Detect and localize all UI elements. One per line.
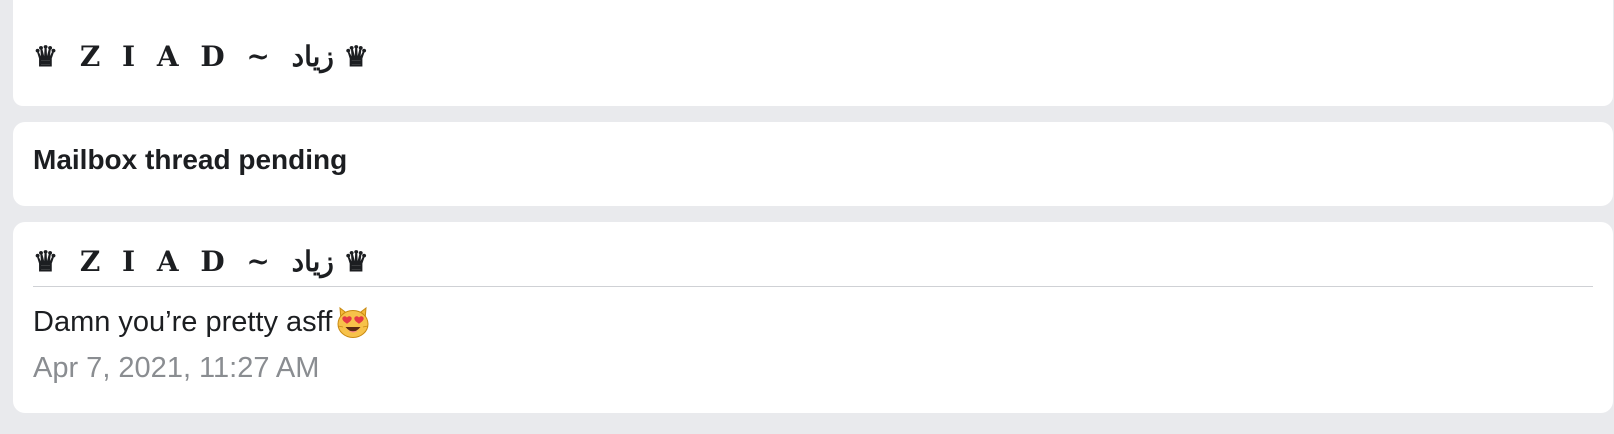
heart-eyes-cat-icon [335,304,371,340]
sender-name: ♛ Z I A D ~ زياد ♛ [33,40,369,73]
thread-status-card: Mailbox thread pending [13,122,1613,206]
divider [33,286,1593,287]
message-card: ♛ Z I A D ~ زياد ♛ Damn you’re pretty as… [13,222,1613,413]
message-text: Damn you’re pretty asff [33,305,333,338]
message-body: Damn you’re pretty asff [33,304,371,340]
message-sender-name: ♛ Z I A D ~ زياد ♛ [33,245,369,278]
thread-status-title: Mailbox thread pending [33,144,348,175]
message-timestamp: Apr 7, 2021, 11:27 AM [33,352,320,384]
sender-header-card: ♛ Z I A D ~ زياد ♛ [13,0,1613,106]
